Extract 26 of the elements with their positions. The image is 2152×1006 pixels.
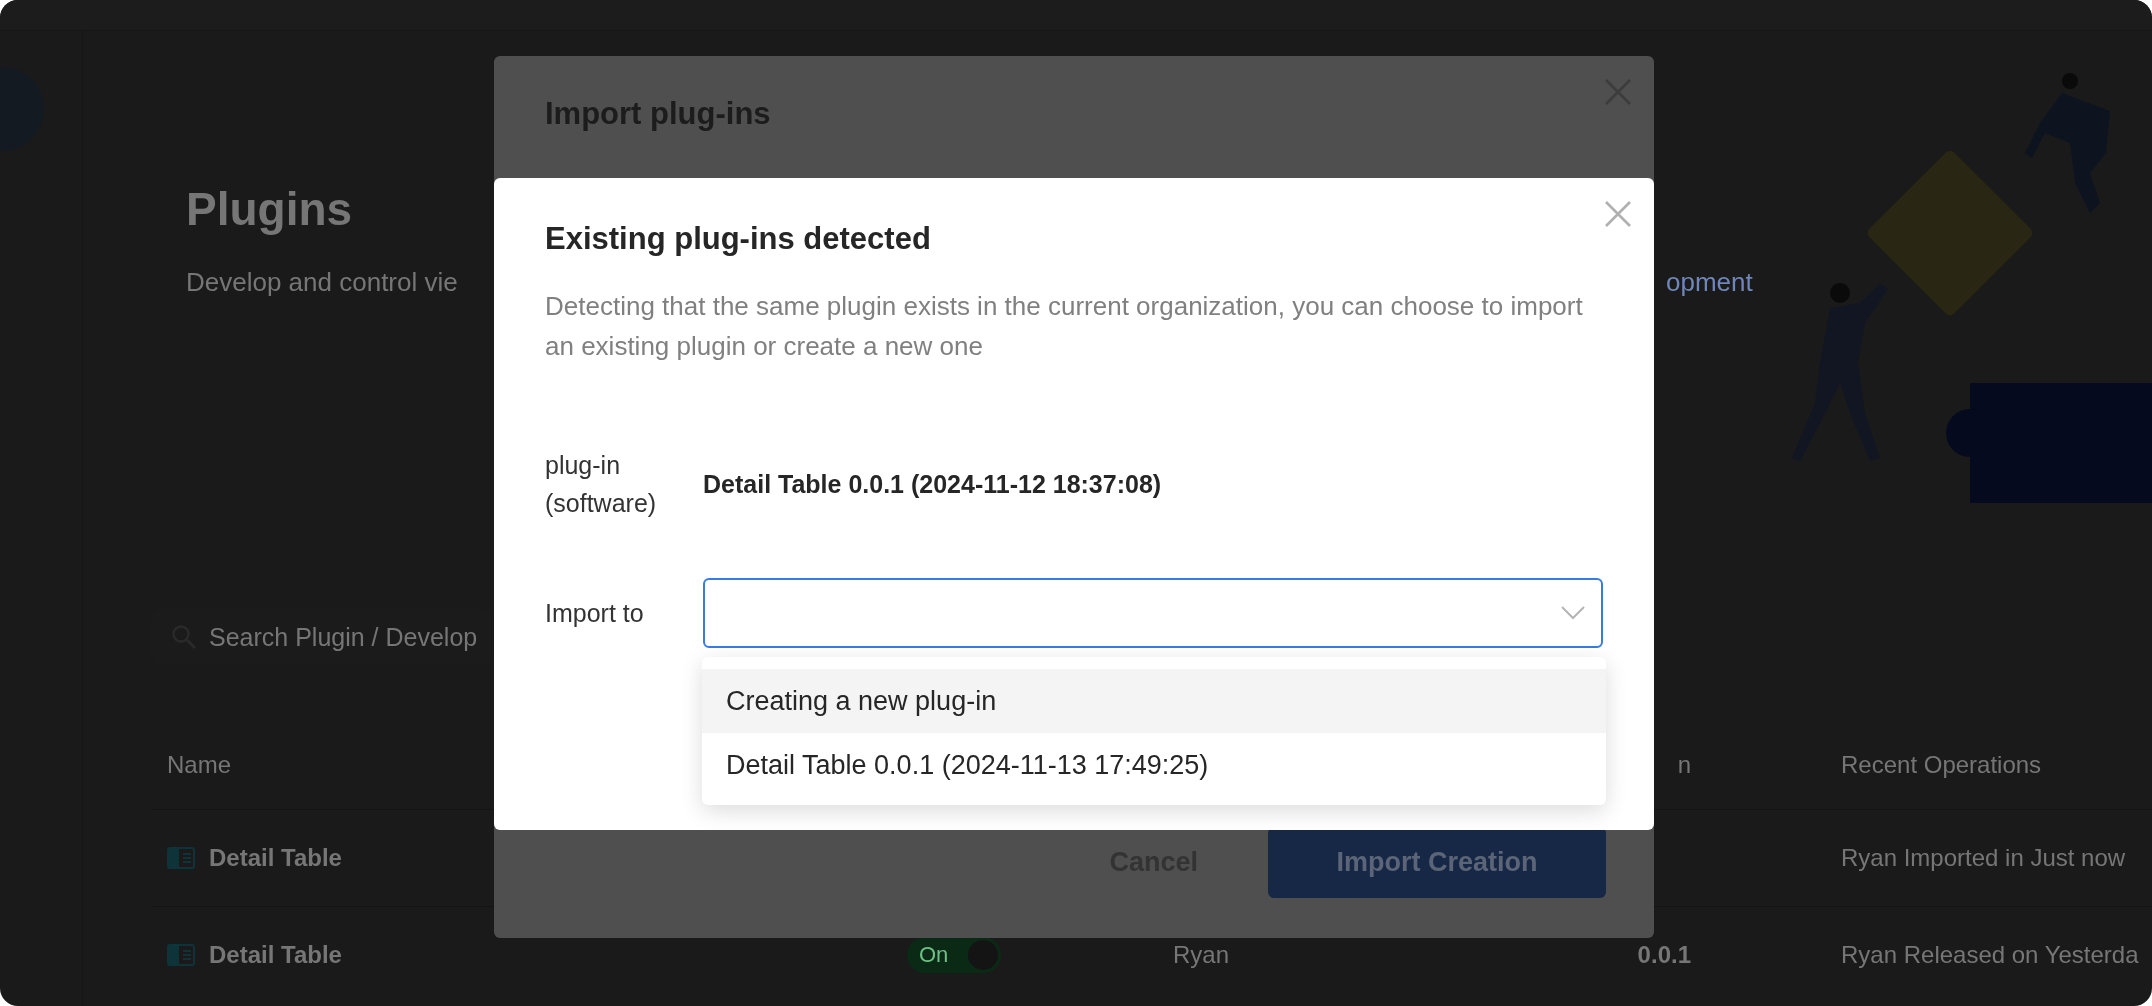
field-value: Detail Table 0.0.1 (2024-11-12 18:37:08) (703, 469, 1162, 499)
dialog-title: Existing plug-ins detected (545, 220, 932, 258)
table-icon (167, 847, 195, 869)
chevron-down-icon (1561, 606, 1585, 620)
column-header: Name (167, 751, 232, 779)
page-subtitle: Develop and control vie (186, 266, 458, 299)
subtitle-link[interactable]: opment (1666, 265, 1753, 299)
field-label: Import to (545, 598, 645, 629)
field-label: plug-in (software) (545, 450, 655, 519)
page-title: Plugins (186, 182, 353, 237)
operation-text: Ryan Released on Yesterda (1841, 941, 2139, 969)
import-button[interactable]: Import Creation (1268, 827, 1606, 898)
dropdown-option[interactable]: Creating a new plug-in (702, 669, 1606, 733)
plugin-name[interactable]: Detail Table (209, 844, 342, 872)
close-icon (1604, 200, 1632, 228)
dialog-description: Detecting that the same plugin exists in the current organization, you can choose to import an existing plugin or create a new one (545, 290, 1584, 363)
version-text: 0.0.1 (1637, 941, 1691, 969)
operation-text: Ryan Imported in Just now (1841, 844, 2126, 872)
column-header: n (1677, 751, 1691, 779)
plugin-name[interactable]: Detail Table (209, 941, 342, 969)
dropdown-option[interactable]: Detail Table 0.0.1 (2024-11-13 17:49:25) (702, 733, 1606, 797)
column-header: Recent Operations (1841, 751, 2042, 779)
table-icon (167, 944, 195, 966)
toggle-switch[interactable]: On (907, 937, 1001, 973)
owner-text: Ryan (1173, 941, 1230, 969)
select-field[interactable] (703, 578, 1603, 648)
